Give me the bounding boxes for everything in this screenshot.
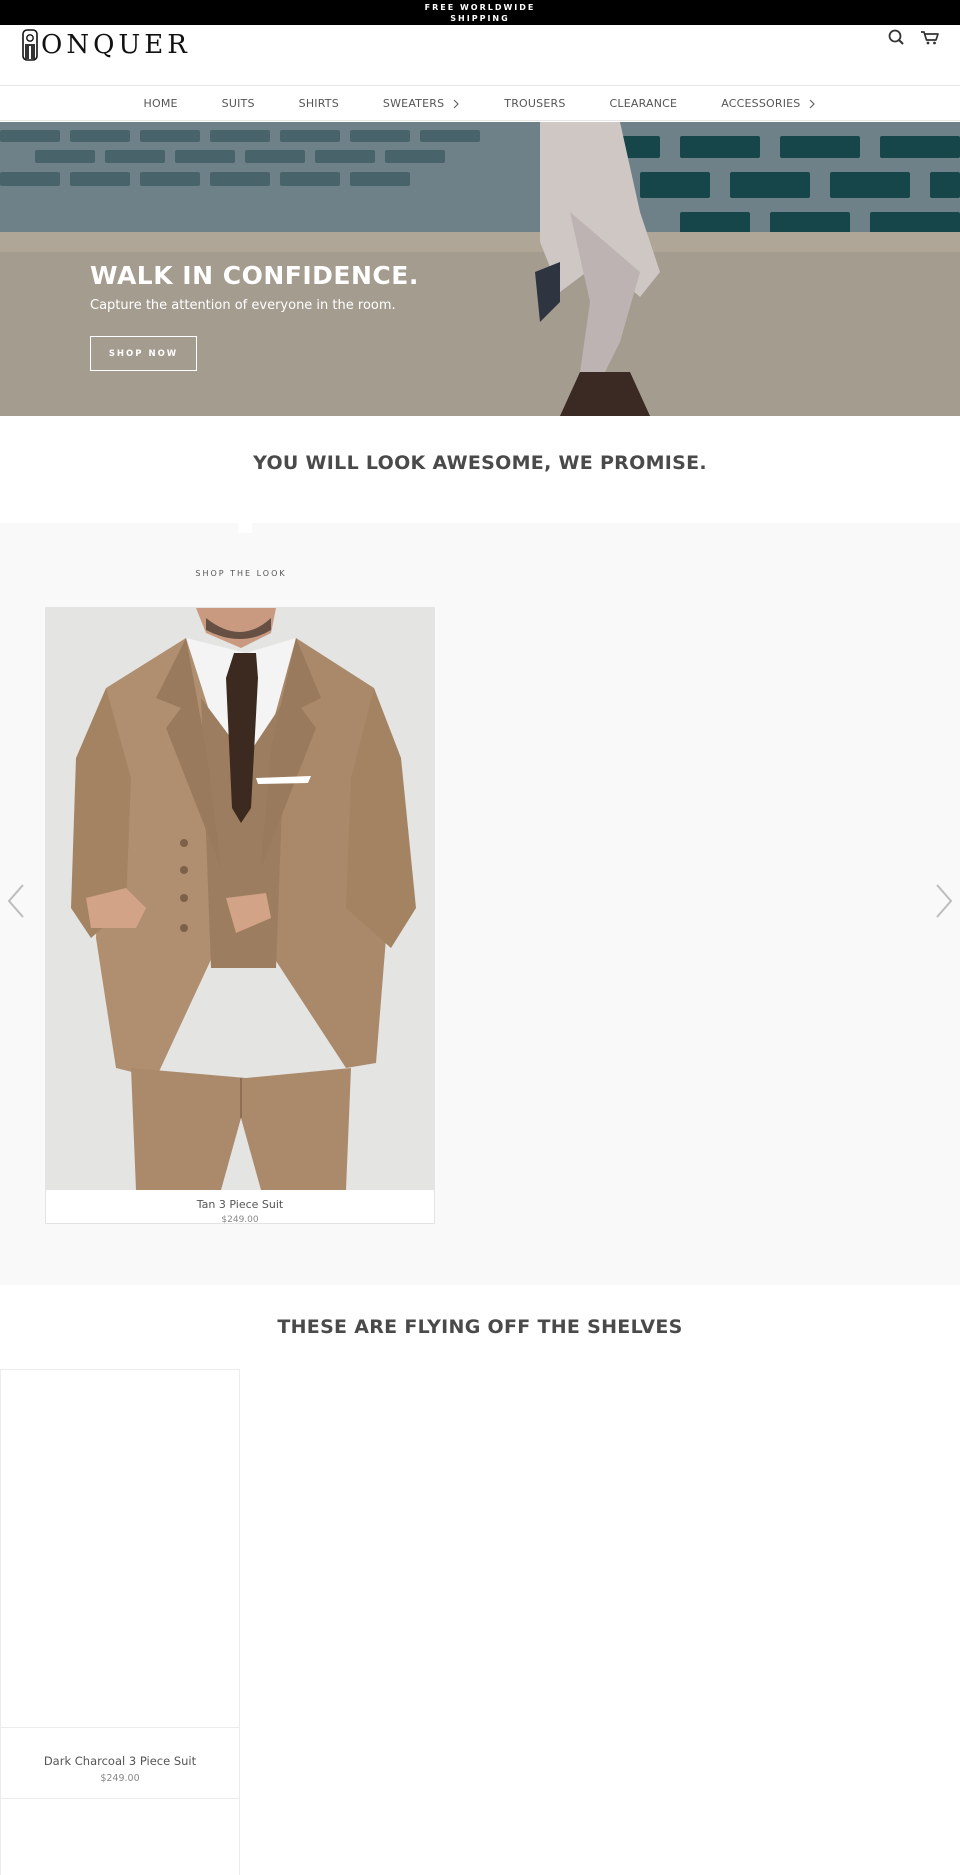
best-sellers-heading: THESE ARE FLYING OFF THE SHELVES (277, 1316, 683, 1338)
nav-item-clearance[interactable]: CLEARANCE (610, 97, 678, 110)
logo[interactable]: ONQUER (22, 28, 191, 62)
product-name[interactable]: Dark Charcoal 3 Piece Suit (1, 1754, 239, 1768)
section-notch (238, 523, 252, 533)
nav-item-accessories[interactable]: ACCESSORIES (721, 97, 816, 110)
product-card[interactable]: Tan 3 Piece Suit $249.00 (45, 607, 435, 1225)
cart-icon[interactable] (919, 26, 941, 48)
suit-illustration (46, 608, 434, 1190)
nav-item-suits[interactable]: SUITS (222, 97, 255, 110)
chevron-left-icon[interactable] (6, 883, 26, 919)
promise-section: YOU WILL LOOK AWESOME, WE PROMISE. (0, 416, 960, 523)
promise-heading: YOU WILL LOOK AWESOME, WE PROMISE. (253, 452, 707, 474)
announcement-bar: FREE WORLDWIDE SHIPPING (0, 0, 960, 25)
main-nav: HOME SUITS SHIRTS SWEATERS TROUSERS CLEA… (0, 87, 960, 121)
nav-item-trousers[interactable]: TROUSERS (504, 97, 565, 110)
shop-now-button[interactable]: SHOP NOW (90, 336, 197, 371)
logo-text: ONQUER (41, 30, 191, 60)
nav-item-label: ACCESSORIES (721, 97, 801, 110)
announcement-line-1: FREE WORLDWIDE (424, 3, 536, 12)
divider (1, 1798, 239, 1799)
hero-title: WALK IN CONFIDENCE. (90, 261, 419, 290)
product-price: $249.00 (100, 1773, 140, 1784)
chevron-right-icon (453, 99, 460, 108)
nav-item-label: SWEATERS (382, 97, 445, 110)
best-sellers-section: THESE ARE FLYING OFF THE SHELVES Dark Ch… (0, 1285, 960, 1875)
nav-item-home[interactable]: HOME (144, 97, 178, 110)
search-icon[interactable] (885, 26, 907, 48)
product-image[interactable] (46, 608, 434, 1190)
nav-item-label: CLEARANCE (609, 97, 678, 110)
product-name[interactable]: Tan 3 Piece Suit (46, 1198, 434, 1211)
product-card[interactable]: Dark Charcoal 3 Piece Suit $249.00 (0, 1369, 240, 1875)
chevron-right-icon[interactable] (934, 883, 954, 919)
nav-item-label: SHIRTS (298, 97, 339, 110)
nav-item-label: HOME (143, 97, 178, 110)
chevron-right-icon (810, 99, 816, 108)
nav-item-label: SUITS (221, 97, 255, 110)
shop-the-look-label: SHOP THE LOOK (195, 569, 287, 578)
hero-subtitle: Capture the attention of everyone in the… (90, 298, 396, 313)
product-price: $249.00 (221, 1215, 259, 1225)
announcement-line-2: SHIPPING (450, 14, 510, 23)
shop-the-look-section: SHOP THE LOOK Tan 3 Piece Suit $249.00 (0, 523, 960, 1285)
product-image[interactable] (1, 1370, 239, 1728)
nav-item-label: TROUSERS (504, 97, 566, 110)
hero-banner: WALK IN CONFIDENCE. Capture the attentio… (0, 122, 960, 416)
site-header: ONQUER (0, 25, 960, 86)
nav-item-shirts[interactable]: SHIRTS (299, 97, 339, 110)
nav-item-sweaters[interactable]: SWEATERS (383, 97, 460, 110)
logo-mark-icon (22, 29, 38, 61)
